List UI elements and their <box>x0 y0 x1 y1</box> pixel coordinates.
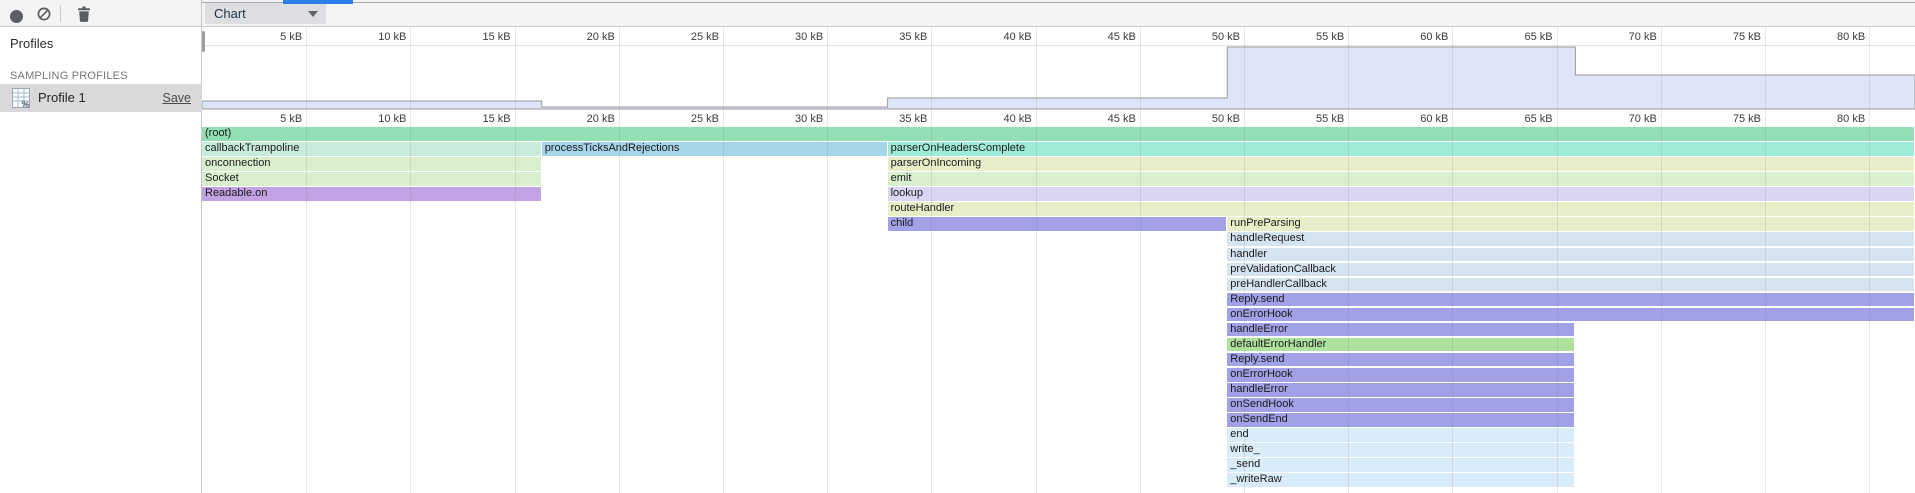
view-mode-select[interactable]: Chart <box>205 3 326 24</box>
flame-frame[interactable]: handleError <box>1227 323 1574 337</box>
ruler-tick-label: 25 kB <box>659 113 719 125</box>
flame-frame[interactable]: parserOnHeadersComplete <box>888 142 1914 156</box>
flame-frame[interactable]: routeHandler <box>888 202 1914 216</box>
ruler-tick-label: 25 kB <box>659 31 719 43</box>
ruler-tick-label: 35 kB <box>867 31 927 43</box>
ruler-tick-label: 30 kB <box>763 31 823 43</box>
ruler-tick-label: 20 kB <box>555 113 615 125</box>
flame-frame[interactable]: child <box>888 217 1227 231</box>
ruler-tick-label: 65 kB <box>1493 113 1553 125</box>
flame-frame[interactable]: onErrorHook <box>1227 308 1914 322</box>
flame-frame[interactable]: write_ <box>1227 443 1574 457</box>
clear-ban-icon <box>36 6 52 22</box>
ruler-tick-label: 60 kB <box>1388 31 1448 43</box>
ruler-tick-label: 60 kB <box>1388 113 1448 125</box>
view-mode-value: Chart <box>214 3 246 24</box>
trash-icon <box>77 6 91 22</box>
flame-frame[interactable]: runPreParsing <box>1227 217 1914 231</box>
ruler-tick-label: 65 kB <box>1493 31 1553 43</box>
sidebar-toolbar <box>0 0 201 27</box>
flame-frame[interactable]: emit <box>888 172 1914 186</box>
allocation-overview-strip[interactable] <box>202 46 1915 110</box>
scrollbar-thumb[interactable] <box>202 31 205 52</box>
profile-item-profile-1[interactable]: Profile 1 Save <box>0 84 202 112</box>
ruler-tick-label: 15 kB <box>451 31 511 43</box>
flame-frame[interactable]: end <box>1227 428 1574 442</box>
toolbar-separator <box>60 5 61 22</box>
ruler-tick-label: 50 kB <box>1180 31 1240 43</box>
ruler-tick-label: 10 kB <box>346 31 406 43</box>
flame-frame[interactable]: handler <box>1227 248 1914 262</box>
ruler-tick-label: 45 kB <box>1076 31 1136 43</box>
sampling-profiles-heading: SAMPLING PROFILES <box>10 70 128 82</box>
flame-frame[interactable]: (root) <box>202 127 1914 141</box>
active-tab-indicator <box>283 0 353 4</box>
ruler-tick-label: 15 kB <box>451 113 511 125</box>
chevron-down-icon <box>308 11 318 17</box>
flame-frame[interactable]: callbackTrampoline <box>202 142 541 156</box>
ruler-tick-label: 70 kB <box>1597 31 1657 43</box>
ruler-tick-label: 55 kB <box>1284 113 1344 125</box>
size-ruler-top: 5 kB 10 kB 15 kB 20 kB 25 kB 30 kB 35 kB 40 kB 4… <box>202 27 1915 46</box>
ruler-tick-label: 50 kB <box>1180 113 1240 125</box>
flame-frame[interactable]: parserOnIncoming <box>888 157 1914 171</box>
flame-frame[interactable]: preValidationCallback <box>1227 263 1914 277</box>
ruler-tick-label: 35 kB <box>867 113 927 125</box>
chart-pane: Chart 5 kB 10 kB 15 kB 20 kB 25 kB 30 kB 35 kB… <box>202 0 1915 493</box>
heap-profile-icon <box>12 88 30 108</box>
profiles-heading: Profiles <box>10 36 53 51</box>
flame-frame[interactable]: _writeRaw <box>1227 473 1574 487</box>
ruler-tick-label: 40 kB <box>972 113 1032 125</box>
flame-frame[interactable]: onSendEnd <box>1227 413 1574 427</box>
delete-profile-button[interactable] <box>72 2 96 25</box>
flame-frame[interactable]: processTicksAndRejections <box>542 142 887 156</box>
flame-frame[interactable]: handleRequest <box>1227 232 1914 246</box>
flame-frame[interactable]: lookup <box>888 187 1914 201</box>
flame-frame[interactable]: Socket <box>202 172 541 186</box>
flame-frame[interactable]: Reply.send <box>1227 293 1914 307</box>
size-ruler-bottom: 5 kB 10 kB 15 kB 20 kB 25 kB 30 kB 35 kB 40 kB 4… <box>202 110 1915 127</box>
ruler-tick-label: 75 kB <box>1701 113 1761 125</box>
ruler-tick-label: 40 kB <box>972 31 1032 43</box>
chart-toolbar: Chart <box>202 0 1915 27</box>
record-icon <box>10 10 23 23</box>
ruler-tick-label: 30 kB <box>763 113 823 125</box>
ruler-tick-label: 45 kB <box>1076 113 1136 125</box>
ruler-tick-label: 80 kB <box>1805 31 1865 43</box>
profiler-panel: Profiles SAMPLING PROFILES Profile 1 Sav… <box>0 0 1915 493</box>
profile-name: Profile 1 <box>38 84 86 112</box>
ruler-tick-label: 80 kB <box>1805 113 1865 125</box>
flame-frame[interactable]: handleError <box>1227 383 1574 397</box>
ruler-tick-label: 20 kB <box>555 31 615 43</box>
ruler-tick-label: 5 kB <box>242 31 302 43</box>
flame-frame[interactable]: preHandlerCallback <box>1227 278 1914 292</box>
ruler-tick-label: 10 kB <box>346 113 406 125</box>
clear-profiles-button[interactable] <box>32 2 56 25</box>
flame-frame[interactable]: onErrorHook <box>1227 368 1574 382</box>
flame-frame[interactable]: onconnection <box>202 157 541 171</box>
record-button[interactable] <box>4 2 28 25</box>
ruler-tick-label: 55 kB <box>1284 31 1344 43</box>
overview-silhouette <box>202 47 1915 109</box>
panel-top-divider <box>202 2 1915 3</box>
flame-frame[interactable]: defaultErrorHandler <box>1227 338 1574 352</box>
ruler-tick-label: 75 kB <box>1701 31 1761 43</box>
flame-frame[interactable]: onSendHook <box>1227 398 1574 412</box>
flame-frame[interactable]: Reply.send <box>1227 353 1574 367</box>
flame-frame[interactable]: Readable.on <box>202 187 541 201</box>
save-profile-link[interactable]: Save <box>163 84 192 112</box>
flame-chart: (root)callbackTrampolineprocessTicksAndR… <box>202 127 1915 493</box>
sidebar: Profiles SAMPLING PROFILES Profile 1 Sav… <box>0 0 202 493</box>
flame-frame[interactable]: _send <box>1227 458 1574 472</box>
ruler-tick-label: 70 kB <box>1597 113 1657 125</box>
ruler-tick-label: 5 kB <box>242 113 302 125</box>
